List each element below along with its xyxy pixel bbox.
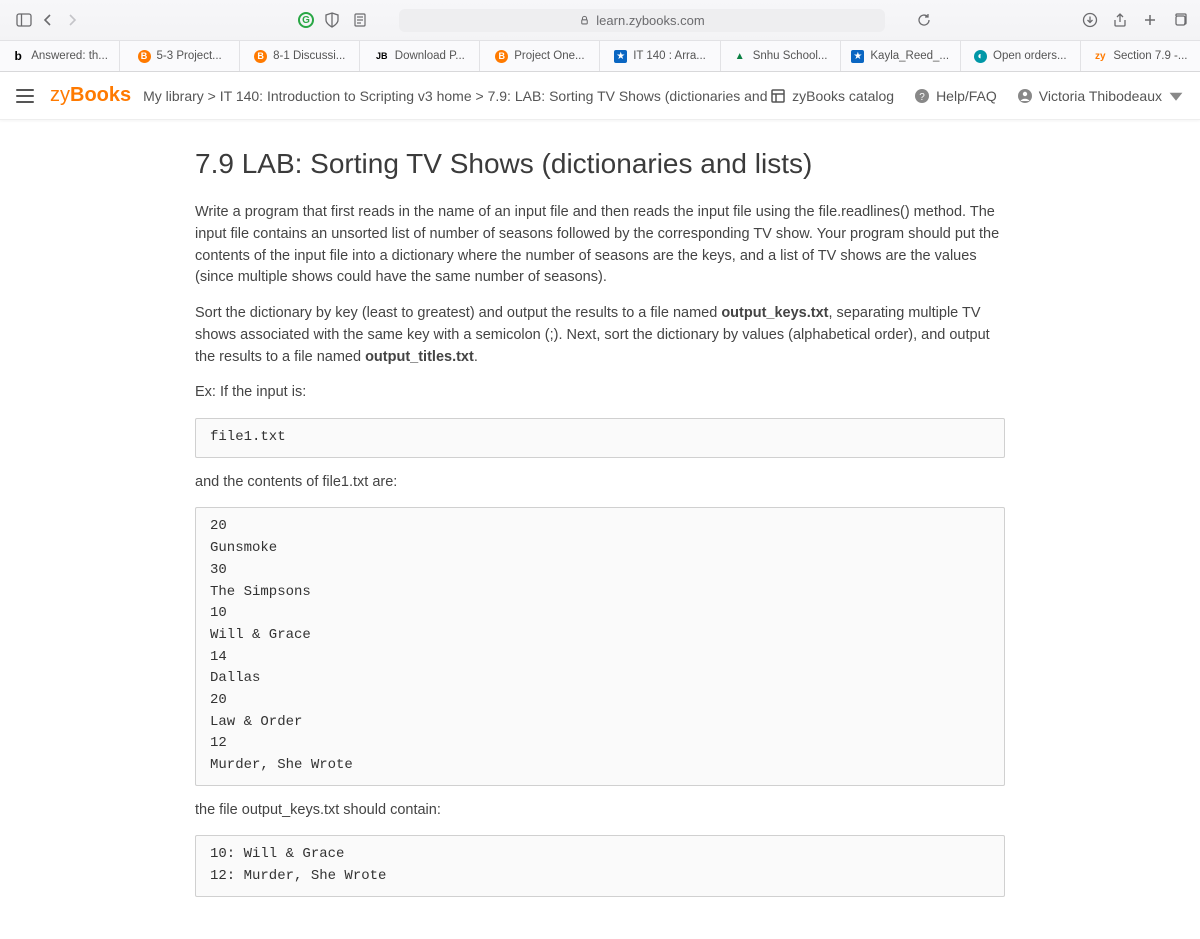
code-file-contents: 20 Gunsmoke 30 The Simpsons 10 Will & Gr…: [195, 507, 1005, 785]
tab-label: Download P...: [395, 50, 465, 62]
tab-favicon: zy: [1093, 49, 1107, 63]
url-text: learn.zybooks.com: [596, 13, 704, 28]
help-icon: ?: [914, 88, 930, 104]
back-icon[interactable]: [38, 10, 58, 30]
new-tab-icon[interactable]: [1140, 10, 1160, 30]
shield-icon[interactable]: [322, 10, 342, 30]
browser-tabs: b Answered: th... B 5-3 Project... B 8-1 Disc…: [0, 40, 1200, 71]
help-link[interactable]: ? Help/FAQ: [914, 88, 997, 104]
example-intro: Ex: If the input is:: [195, 382, 1005, 404]
browser-chrome: G learn.zybooks.com b Answered: th... B 5-3…: [0, 0, 1200, 72]
tab-favicon: B: [495, 50, 508, 63]
browser-tab[interactable]: B 5-3 Project...: [120, 41, 240, 71]
user-menu[interactable]: Victoria Thibodeaux: [1017, 88, 1184, 104]
output-keys-intro: the file output_keys.txt should contain:: [195, 800, 1005, 822]
browser-tab[interactable]: b Answered: th...: [0, 41, 120, 71]
file-contents-intro: and the contents of file1.txt are:: [195, 472, 1005, 494]
tab-favicon: ★: [851, 50, 864, 63]
code-output-keys: 10: Will & Grace 12: Murder, She Wrote: [195, 835, 1005, 896]
catalog-label: zyBooks catalog: [792, 88, 894, 104]
sidebar-toggle-icon[interactable]: [14, 10, 34, 30]
address-bar[interactable]: learn.zybooks.com: [399, 9, 884, 32]
instructions-p1: Write a program that first reads in the …: [195, 202, 1005, 289]
grammarly-icon[interactable]: G: [298, 12, 314, 28]
tab-favicon: b: [11, 49, 25, 63]
tab-label: Section 7.9 -...: [1113, 50, 1187, 62]
tab-label: Answered: th...: [31, 50, 108, 62]
catalog-link[interactable]: zyBooks catalog: [770, 88, 894, 104]
browser-tab[interactable]: zy Section 7.9 -...: [1081, 41, 1200, 71]
share-icon[interactable]: [1110, 10, 1130, 30]
reader-icon[interactable]: [350, 10, 370, 30]
instructions-p2: Sort the dictionary by key (least to gre…: [195, 303, 1005, 368]
reload-icon[interactable]: [914, 10, 934, 30]
book-icon: [770, 88, 786, 104]
page-title: 7.9 LAB: Sorting TV Shows (dictionaries …: [195, 148, 1005, 180]
tab-label: IT 140 : Arra...: [633, 50, 706, 62]
browser-tab[interactable]: B Project One...: [480, 41, 600, 71]
browser-tab[interactable]: JB Download P...: [360, 41, 480, 71]
zybooks-logo[interactable]: zyBooks: [50, 84, 131, 107]
browser-toolbar: G learn.zybooks.com: [0, 0, 1200, 40]
tab-favicon: ★: [614, 50, 627, 63]
browser-tab[interactable]: ★ IT 140 : Arra...: [600, 41, 720, 71]
help-label: Help/FAQ: [936, 88, 997, 104]
tab-favicon: B: [254, 50, 267, 63]
tab-label: 5-3 Project...: [157, 50, 222, 62]
browser-tab[interactable]: ★ Kayla_Reed_...: [841, 41, 961, 71]
tab-label: Project One...: [514, 50, 584, 62]
browser-tab[interactable]: ◐ Open orders...: [961, 41, 1081, 71]
tab-label: Snhu School...: [753, 50, 828, 62]
tab-favicon: ▲: [733, 49, 747, 63]
browser-tab[interactable]: ▲ Snhu School...: [721, 41, 841, 71]
tab-favicon: ◐: [974, 50, 987, 63]
tab-label: 8-1 Discussi...: [273, 50, 345, 62]
tabs-overview-icon[interactable]: [1170, 10, 1190, 30]
user-name: Victoria Thibodeaux: [1039, 88, 1162, 104]
download-icon[interactable]: [1080, 10, 1100, 30]
breadcrumb[interactable]: My library > IT 140: Introduction to Scr…: [143, 88, 770, 104]
lock-icon: [579, 15, 590, 26]
tab-favicon: JB: [375, 49, 389, 63]
tab-label: Open orders...: [993, 50, 1067, 62]
browser-tab[interactable]: B 8-1 Discussi...: [240, 41, 360, 71]
svg-text:?: ?: [919, 92, 925, 103]
page-content: 7.9 LAB: Sorting TV Shows (dictionaries …: [195, 120, 1005, 939]
user-icon: [1017, 88, 1033, 104]
forward-icon: [62, 10, 82, 30]
hamburger-icon[interactable]: [16, 89, 34, 103]
chevron-down-icon: [1168, 88, 1184, 104]
app-header: zyBooks My library > IT 140: Introductio…: [0, 72, 1200, 120]
code-input-filename: file1.txt: [195, 418, 1005, 458]
tab-favicon: B: [138, 50, 151, 63]
tab-label: Kayla_Reed_...: [870, 50, 949, 62]
